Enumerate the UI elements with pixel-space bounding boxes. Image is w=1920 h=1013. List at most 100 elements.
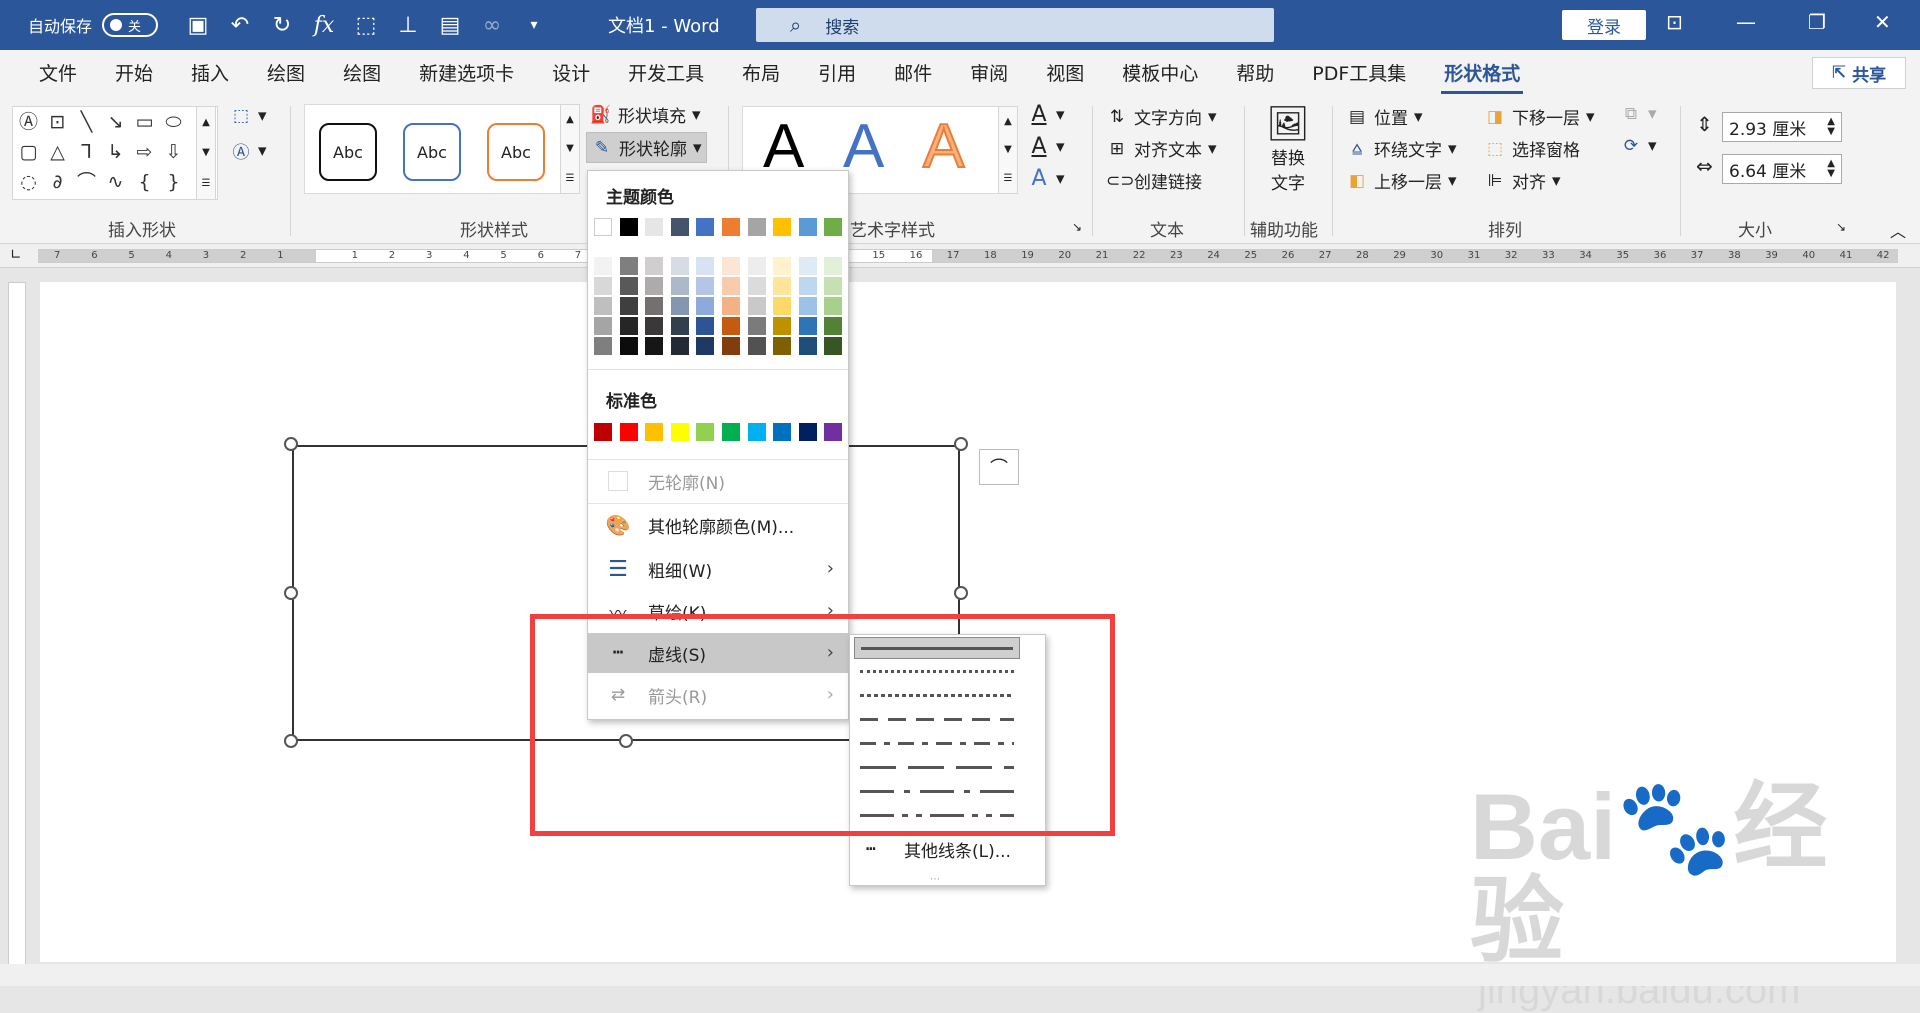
vertical-textbox-icon[interactable]: ⊡: [44, 107, 73, 137]
scroll-down-icon[interactable]: ▼: [566, 143, 574, 154]
text-fill-button[interactable]: A ▾: [1028, 102, 1064, 127]
wordart-gallery-scroll[interactable]: ▲ ▼ ☰: [998, 106, 1018, 194]
resize-grip-icon[interactable]: ⋯: [930, 874, 940, 885]
theme-shade-swatch[interactable]: [722, 317, 740, 335]
theme-shade-swatch[interactable]: [696, 277, 715, 295]
standard-color-swatch[interactable]: [696, 423, 715, 441]
rectangle-shape-icon[interactable]: ▭: [131, 107, 160, 137]
theme-color-swatch[interactable]: [670, 218, 689, 236]
size-dialog-launcher-icon[interactable]: ↘: [1836, 220, 1846, 234]
tab-view[interactable]: 视图: [1027, 50, 1103, 98]
curve-icon[interactable]: ∿: [102, 167, 131, 197]
theme-shade-swatch[interactable]: [645, 257, 664, 275]
arc-icon[interactable]: ⌒: [73, 167, 102, 197]
tab-review[interactable]: 审阅: [951, 50, 1027, 98]
theme-shade-swatch[interactable]: [824, 277, 843, 295]
wordart-blue[interactable]: A: [843, 111, 884, 182]
edit-shape-button[interactable]: ⬚ ▾: [230, 106, 267, 126]
theme-shade-swatch[interactable]: [696, 297, 715, 315]
theme-shade-swatch[interactable]: [798, 277, 817, 295]
textbox-shape-icon[interactable]: Ⓐ: [15, 107, 44, 137]
text-direction-button[interactable]: ⇅ 文字方向 ▾: [1106, 104, 1217, 130]
theme-shade-swatch[interactable]: [747, 337, 766, 355]
align-text-button[interactable]: ⊞ 对齐文本 ▾: [1106, 136, 1217, 162]
theme-color-swatch[interactable]: [594, 218, 612, 236]
standard-color-swatch[interactable]: [670, 423, 689, 441]
freeform-icon[interactable]: ◌: [15, 167, 44, 197]
theme-shade-swatch[interactable]: [747, 277, 766, 295]
customize-toolbar-icon[interactable]: ▾: [522, 17, 546, 33]
resize-handle-top-right[interactable]: [954, 437, 968, 451]
expand-icon[interactable]: ☰: [566, 173, 575, 184]
login-button[interactable]: 登录: [1562, 10, 1646, 40]
rotate-button[interactable]: ⟳ ▾: [1620, 136, 1657, 156]
left-brace-icon[interactable]: {: [131, 167, 160, 197]
theme-shade-swatch[interactable]: [773, 317, 792, 335]
spin-icon[interactable]: ▲ ▼: [1827, 159, 1835, 179]
theme-shade-swatch[interactable]: [645, 317, 664, 335]
selection-pane-button[interactable]: ⬚ 选择窗格: [1484, 136, 1580, 162]
collapse-ribbon-icon[interactable]: ︿: [1890, 218, 1906, 242]
theme-shade-swatch[interactable]: [594, 297, 612, 315]
right-arrow-shape-icon[interactable]: ⇨: [131, 137, 160, 167]
scroll-up-icon[interactable]: ▲: [202, 117, 210, 128]
scroll-down-icon[interactable]: ▼: [202, 147, 210, 158]
standard-color-swatch[interactable]: [645, 423, 664, 441]
weight-item[interactable]: ☰ 粗细(W) ›: [588, 549, 848, 589]
arrow-line-icon[interactable]: ↘: [102, 107, 131, 137]
shape-style-gallery[interactable]: Abc Abc Abc: [304, 104, 564, 194]
standard-color-swatch[interactable]: [773, 423, 792, 441]
theme-shade-swatch[interactable]: [773, 297, 792, 315]
text-effects-button[interactable]: A ▾: [1028, 166, 1064, 191]
org-chart-icon[interactable]: ⊥: [396, 13, 420, 38]
theme-shade-swatch[interactable]: [696, 317, 715, 335]
send-backward-button[interactable]: ◨ 下移一层 ▾: [1484, 104, 1595, 130]
scroll-up-icon[interactable]: ▲: [566, 114, 574, 125]
theme-shade-swatch[interactable]: [747, 317, 766, 335]
theme-shade-swatch[interactable]: [619, 337, 638, 355]
expand-icon[interactable]: ☰: [1004, 173, 1013, 184]
theme-shade-swatch[interactable]: [670, 297, 689, 315]
standard-color-swatch[interactable]: [824, 423, 843, 441]
tab-home[interactable]: 开始: [96, 50, 172, 98]
tab-developer[interactable]: 开发工具: [609, 50, 723, 98]
more-outline-colors-item[interactable]: 🎨 其他轮廓颜色(M)...: [588, 505, 848, 545]
tab-new-tab[interactable]: 新建选项卡: [400, 50, 533, 98]
bring-forward-button[interactable]: ◧ 上移一层 ▾: [1346, 168, 1457, 194]
line-shape-icon[interactable]: ╲: [73, 107, 102, 137]
standard-color-swatch[interactable]: [747, 423, 766, 441]
shape-outline-button[interactable]: ✎ 形状轮廓 ▾: [586, 132, 707, 163]
width-field[interactable]: 6.64 厘米 ▲ ▼: [1722, 154, 1842, 184]
theme-color-swatch[interactable]: [645, 218, 664, 236]
style-gallery-scroll[interactable]: ▲ ▼ ☰: [560, 104, 580, 194]
minimize-icon[interactable]: —: [1736, 10, 1756, 34]
theme-shade-swatch[interactable]: [619, 277, 638, 295]
theme-shade-swatch[interactable]: [798, 337, 817, 355]
theme-shade-swatch[interactable]: [722, 277, 740, 295]
theme-shade-swatch[interactable]: [696, 337, 715, 355]
tab-references[interactable]: 引用: [799, 50, 875, 98]
standard-color-swatch[interactable]: [594, 423, 612, 441]
style-sample-black[interactable]: Abc: [319, 123, 377, 181]
theme-shade-swatch[interactable]: [594, 337, 612, 355]
tab-draw-2[interactable]: 绘图: [324, 50, 400, 98]
theme-shade-swatch[interactable]: [773, 257, 792, 275]
document-icon[interactable]: ▤: [438, 13, 462, 38]
standard-color-swatch[interactable]: [619, 423, 638, 441]
theme-color-swatch[interactable]: [824, 218, 843, 236]
autosave-toggle[interactable]: 关: [102, 13, 159, 37]
theme-shade-swatch[interactable]: [722, 337, 740, 355]
theme-color-swatch[interactable]: [696, 218, 715, 236]
resize-handle-mid-left[interactable]: [284, 586, 298, 600]
standard-color-swatch[interactable]: [722, 423, 740, 441]
theme-color-swatch[interactable]: [773, 218, 792, 236]
theme-shade-swatch[interactable]: [670, 317, 689, 335]
theme-shade-swatch[interactable]: [670, 277, 689, 295]
tab-layout[interactable]: 布局: [723, 50, 799, 98]
theme-shade-swatch[interactable]: [619, 297, 638, 315]
expand-icon[interactable]: ☰: [202, 178, 211, 189]
theme-shade-swatch[interactable]: [824, 257, 843, 275]
theme-color-swatch[interactable]: [722, 218, 740, 236]
theme-shade-swatch[interactable]: [619, 257, 638, 275]
theme-shade-swatch[interactable]: [645, 277, 664, 295]
